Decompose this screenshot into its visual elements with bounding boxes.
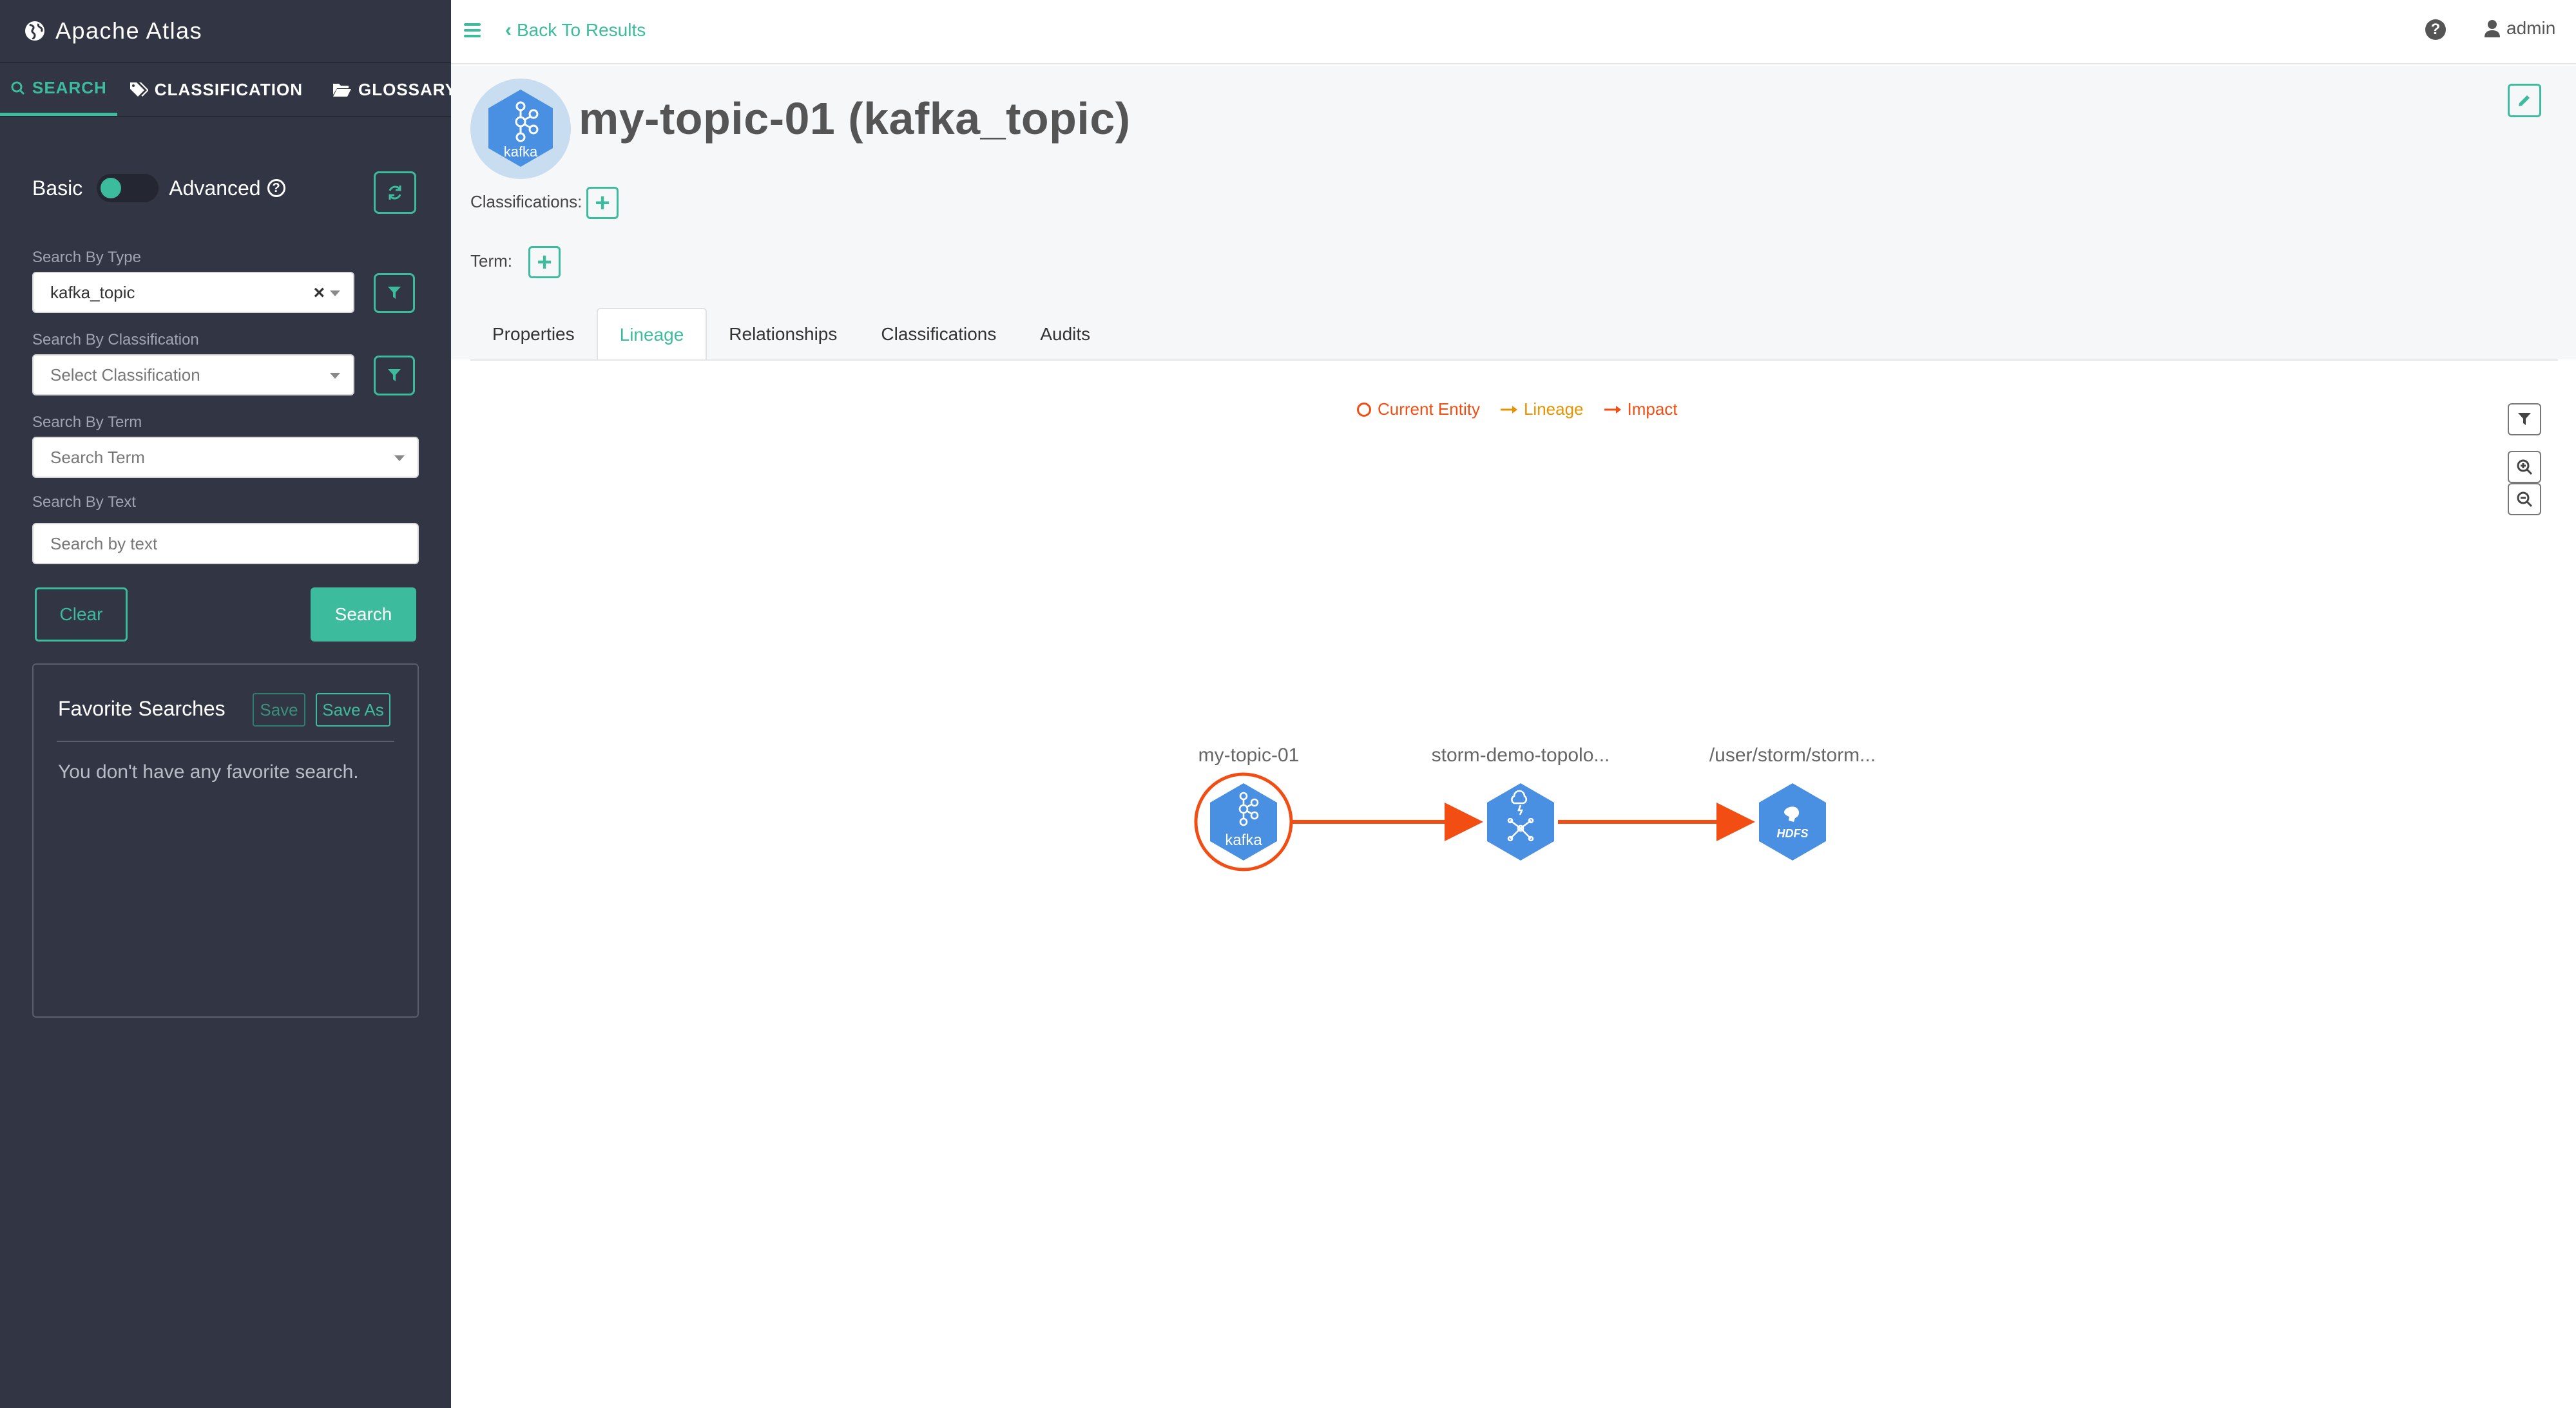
search-by-type-select[interactable]: kafka_topic × (32, 272, 354, 313)
clear-button[interactable]: Clear (35, 587, 128, 642)
search-by-classification-label: Search By Classification (32, 331, 199, 348)
brand[interactable]: Apache Atlas (0, 0, 451, 63)
chevron-down-icon (330, 290, 340, 296)
search-by-term-select[interactable]: Search Term (32, 437, 419, 478)
sidebar-tabs: SEARCH CLASSIFICATION GLOSSARY (0, 63, 456, 117)
search-by-text-input[interactable]: Search by text (32, 523, 419, 564)
tab-relationships[interactable]: Relationships (707, 308, 859, 361)
lineage-graph: my-topic-01 kafka storm-demo-topolo... /… (1194, 745, 1876, 871)
basic-label: Basic (32, 176, 83, 200)
switch-knob (101, 178, 122, 198)
classification-filter-button[interactable] (374, 356, 415, 395)
tab-search[interactable]: SEARCH (0, 63, 117, 116)
tab-search-label: SEARCH (32, 78, 107, 97)
username: admin (2506, 18, 2556, 38)
search-by-type-value: kafka_topic (50, 282, 135, 302)
search-icon (11, 81, 25, 95)
favorite-searches-title: Favorite Searches (58, 697, 226, 720)
classification-placeholder: Select Classification (50, 365, 200, 385)
kafka-entity-icon: kafka (470, 79, 571, 179)
basic-advanced-switch[interactable] (97, 174, 159, 202)
tab-properties[interactable]: Properties (470, 308, 597, 361)
kafka-icon-text: kafka (504, 144, 538, 160)
chevron-left-icon: ‹ (505, 19, 512, 41)
save-as-favorite-button[interactable]: Save As (316, 693, 390, 727)
clear-type-icon[interactable]: × (313, 282, 325, 304)
kafka-node-text: kafka (1225, 832, 1262, 849)
lineage-node-storm[interactable]: storm-demo-topolo... (1432, 745, 1610, 861)
user-icon (2485, 20, 2500, 37)
node-label: storm-demo-topolo... (1432, 745, 1610, 766)
sidebar: Apache Atlas SEARCH CLASSIFICATION GLOSS… (0, 0, 456, 1408)
search-by-type-label: Search By Type (32, 249, 141, 266)
favorite-searches-panel: Favorite Searches Save Save As You don't… (32, 663, 419, 1018)
type-filter-button[interactable] (374, 273, 415, 313)
add-term-button[interactable]: + (528, 246, 561, 278)
edit-button[interactable] (2508, 84, 2541, 117)
app-title: Apache Atlas (55, 17, 203, 44)
save-favorite-button[interactable]: Save (253, 693, 305, 727)
lineage-node-hdfs[interactable]: /user/storm/storm... HDFS (1709, 745, 1876, 861)
user-menu[interactable]: admin (2485, 18, 2555, 39)
advanced-label: Advanced (169, 176, 261, 200)
entity-tabs: Properties Lineage Relationships Classif… (470, 308, 1112, 361)
kafka-icon: kafka (488, 90, 553, 167)
folder-open-icon (332, 84, 351, 97)
divider (57, 741, 394, 742)
help-icon[interactable]: ? (2425, 19, 2446, 40)
filter-icon (388, 287, 401, 299)
tab-lineage[interactable]: Lineage (596, 308, 707, 361)
lineage-node-kafka[interactable]: my-topic-01 kafka (1194, 745, 1300, 871)
menu-toggle-icon[interactable] (464, 23, 481, 37)
node-label: my-topic-01 (1198, 745, 1300, 766)
tab-classification[interactable]: CLASSIFICATION (117, 63, 303, 116)
tags-icon (130, 82, 148, 97)
refresh-icon (389, 186, 401, 200)
classifications-label: Classifications: (470, 192, 582, 211)
top-bar: ‹ Back To Results ? admin (451, 0, 2576, 64)
chevron-down-icon (394, 455, 405, 461)
search-by-classification-select[interactable]: Select Classification (32, 354, 354, 395)
hdfs-icon (1759, 783, 1826, 861)
add-classification-button[interactable]: + (586, 187, 619, 219)
entity-title: my-topic-01 (kafka_topic) (579, 93, 1131, 144)
back-to-results-link[interactable]: ‹ Back To Results (505, 19, 646, 41)
search-by-text-label: Search By Text (32, 493, 136, 511)
tab-classifications[interactable]: Classifications (859, 308, 1018, 361)
plus-icon: + (537, 248, 552, 276)
filter-icon (388, 369, 401, 381)
question-circle-icon[interactable]: ? (267, 179, 285, 197)
tab-audits[interactable]: Audits (1018, 308, 1112, 361)
tab-glossary-label: GLOSSARY (358, 79, 457, 99)
node-label: /user/storm/storm... (1709, 745, 1876, 766)
tab-classification-label: CLASSIFICATION (154, 79, 303, 99)
term-placeholder: Search Term (50, 447, 145, 467)
search-button[interactable]: Search (311, 587, 416, 642)
globe-icon (25, 21, 44, 41)
plus-icon: + (595, 189, 610, 217)
text-placeholder: Search by text (50, 533, 158, 553)
back-to-results-label: Back To Results (517, 20, 646, 40)
tab-glossary[interactable]: GLOSSARY (303, 63, 457, 116)
hdfs-node-text: HDFS (1777, 827, 1809, 840)
chevron-down-icon (330, 373, 340, 379)
storm-process-icon (1487, 783, 1554, 861)
search-by-term-label: Search By Term (32, 414, 142, 431)
entity-header: kafka my-topic-01 (kafka_topic) Classifi… (451, 66, 2576, 361)
term-label: Term: (470, 251, 512, 271)
favorite-empty-message: You don't have any favorite search. (58, 761, 359, 783)
pencil-icon (2519, 95, 2530, 106)
refresh-button[interactable] (374, 171, 416, 214)
search-mode-toggle-row: Basic Advanced ? (32, 174, 285, 202)
